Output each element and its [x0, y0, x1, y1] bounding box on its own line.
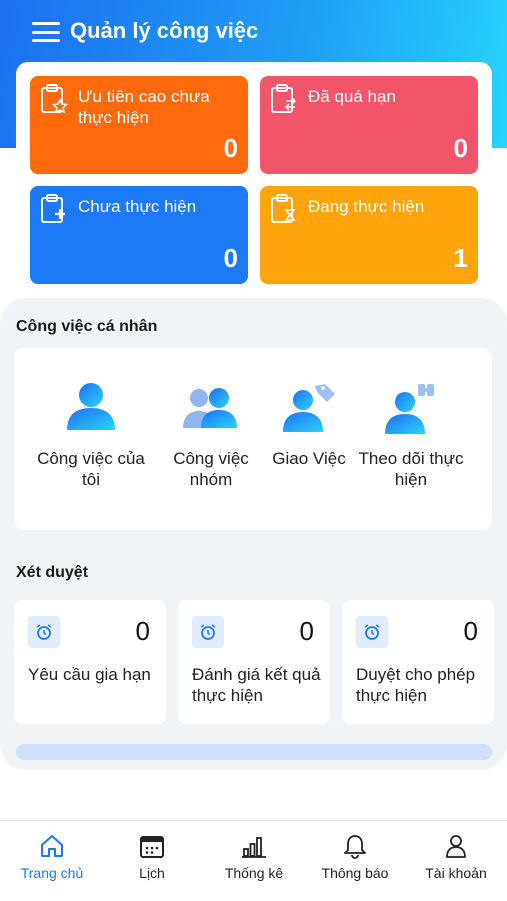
stat-card-in-progress[interactable]: Đang thực hiện 1	[260, 186, 478, 284]
stat-label: Chưa thực hiện	[78, 197, 197, 216]
nav-label: Trang chủ	[20, 865, 84, 881]
stat-count: 1	[453, 243, 468, 273]
page-title: Quản lý công việc	[70, 18, 259, 43]
user-icon	[446, 835, 466, 858]
approval-card-extension[interactable]: 0 Yêu cầu gia hạn	[14, 600, 166, 724]
personal-item-follow-work[interactable]: Theo dõi thực hiện	[356, 380, 466, 490]
stat-label: Đang thực hiện	[308, 197, 425, 216]
stat-card-not-started[interactable]: Chưa thực hiện 0	[30, 186, 248, 284]
stat-count: 0	[453, 133, 468, 163]
group-users-icon	[183, 388, 237, 428]
clipboard-star-icon	[41, 84, 68, 114]
top-bar: Quản lý công việc	[0, 0, 507, 64]
personal-item-label: Giao Việc	[272, 449, 346, 468]
nav-item-home[interactable]: Trang chủ	[2, 833, 102, 881]
bell-icon	[344, 835, 366, 859]
approval-count: 0	[463, 616, 478, 646]
stat-card-overdue[interactable]: Đã quá hạn 0	[260, 76, 478, 174]
alarm-clock-icon	[28, 616, 60, 648]
bar-chart-icon	[242, 837, 266, 858]
personal-work-card: Công việc của tôi Công việc nhóm Giao Vi…	[14, 348, 492, 530]
approval-count: 0	[299, 616, 314, 646]
stat-count: 0	[223, 133, 238, 163]
nav-label: Tài khoản	[425, 865, 487, 881]
nav-item-account[interactable]: Tài khoản	[406, 833, 506, 881]
user-binoculars-icon	[385, 384, 434, 434]
calendar-icon	[140, 836, 164, 858]
personal-item-my-work[interactable]: Công việc của tôi	[36, 380, 146, 490]
stat-count: 0	[223, 243, 238, 273]
bottom-navigation: Trang chủ Lịch Thống kê Thông báo Tài kh…	[0, 820, 507, 901]
nav-label: Lịch	[139, 865, 165, 881]
stat-card-high-priority[interactable]: Ưu tiên cao chưa thực hiện 0	[30, 76, 248, 174]
clipboard-arrows-icon	[271, 84, 297, 113]
content-bottom-strip	[16, 744, 492, 760]
approval-count: 0	[135, 616, 150, 646]
clipboard-hourglass-icon	[271, 194, 296, 223]
alarm-clock-icon	[356, 616, 388, 648]
nav-label: Thống kê	[224, 865, 284, 881]
nav-item-calendar[interactable]: Lịch	[102, 833, 202, 881]
nav-label: Thông báo	[321, 865, 389, 881]
personal-item-label: Theo dõi thực hiện	[358, 449, 464, 489]
personal-item-label: Công việc của tôi	[37, 449, 145, 489]
personal-item-label: Công việc nhóm	[173, 449, 249, 489]
clipboard-plus-icon	[41, 194, 65, 223]
section-title-personal: Công việc cá nhân	[16, 318, 158, 335]
approval-label: Duyệt cho phép thực hiện	[356, 665, 476, 705]
approval-label: Yêu cầu gia hạn	[28, 665, 151, 684]
alarm-clock-icon	[192, 616, 224, 648]
stat-label: Ưu tiên cao chưa thực hiện	[78, 87, 210, 127]
nav-item-statistics[interactable]: Thống kê	[204, 833, 304, 881]
section-title-approval: Xét duyệt	[16, 564, 89, 581]
approval-label: Đánh giá kết quả thực hiện	[192, 665, 321, 705]
stat-label: Đã quá hạn	[308, 87, 396, 106]
single-user-icon	[67, 383, 115, 430]
approval-card-permission[interactable]: 0 Duyệt cho phép thực hiện	[342, 600, 494, 724]
approval-card-evaluation[interactable]: 0 Đánh giá kết quả thực hiện	[178, 600, 330, 724]
stats-panel: Ưu tiên cao chưa thực hiện 0 Đã quá hạn …	[16, 62, 492, 298]
home-icon	[41, 835, 63, 857]
hamburger-menu-icon[interactable]	[32, 22, 60, 42]
nav-item-notifications[interactable]: Thông báo	[305, 833, 405, 881]
personal-item-assign-work[interactable]: Giao Việc	[254, 380, 364, 469]
content-panel: Công việc cá nhân Công việc của tôi Công…	[0, 298, 507, 770]
personal-item-group-work[interactable]: Công việc nhóm	[156, 380, 266, 490]
user-tag-icon	[283, 384, 335, 432]
